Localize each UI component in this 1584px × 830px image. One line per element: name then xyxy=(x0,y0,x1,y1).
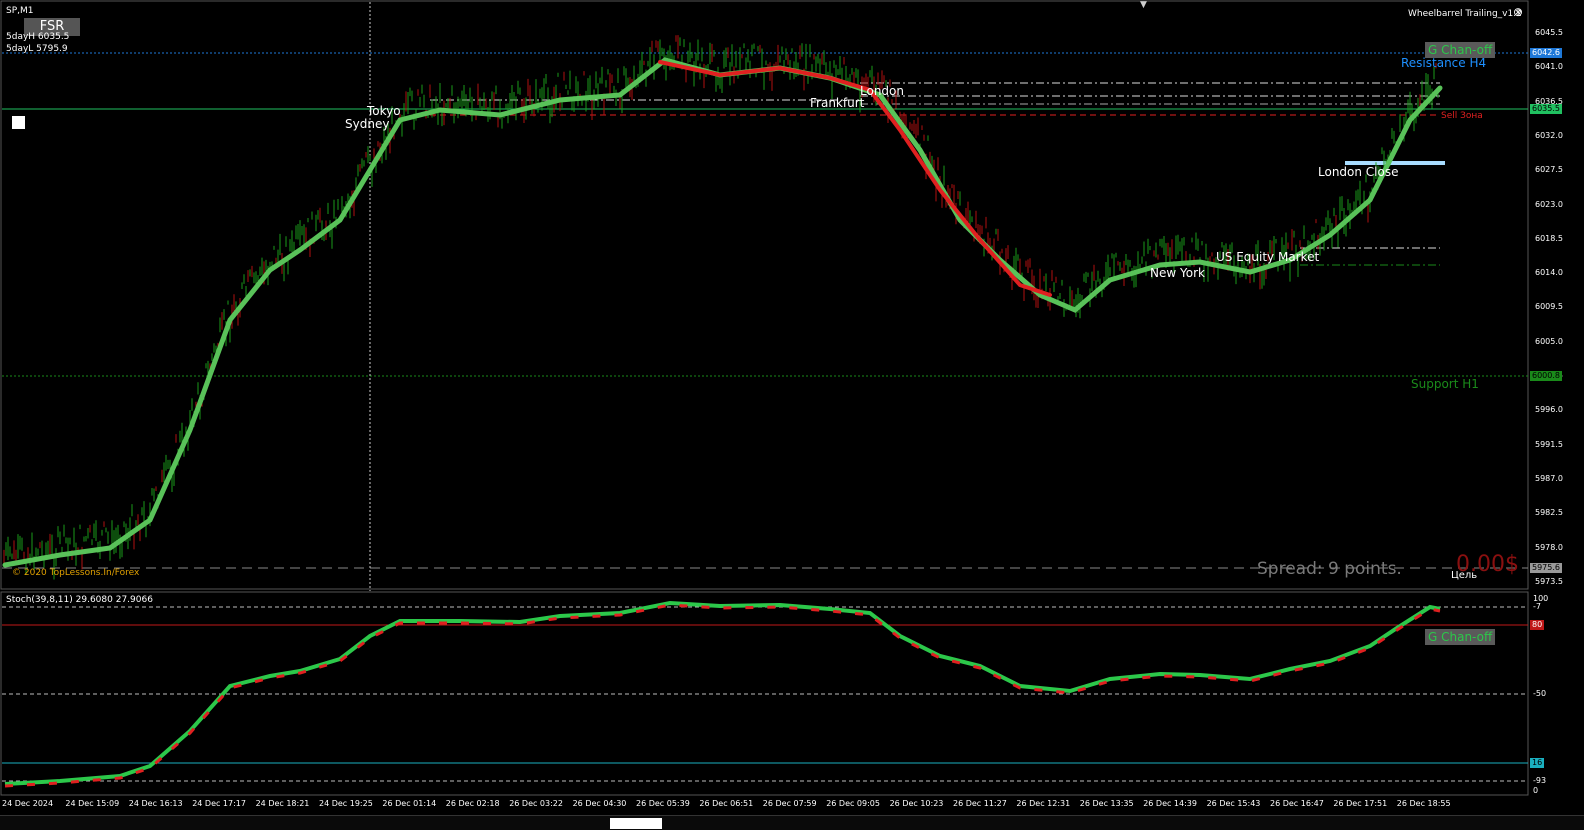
time-axis-tick: 24 Dec 15:09 xyxy=(65,799,120,808)
time-axis-tick: 24 Dec 19:25 xyxy=(319,799,373,808)
price-tag-bottom: 5975.6 xyxy=(1530,563,1562,573)
time-axis-tick: 24 Dec 17:17 xyxy=(192,799,246,808)
close-icon[interactable]: ⊗ xyxy=(1513,5,1523,19)
time-axis-tick: 26 Dec 01:14 xyxy=(382,799,437,808)
profit-text: 0.00$ xyxy=(1456,552,1519,577)
stoch-axis-0: 0 xyxy=(1533,786,1539,795)
support-label: Support H1 xyxy=(1411,377,1479,391)
price-axis-tick: 5982.5 xyxy=(1535,508,1563,518)
price-axis-tick: 6014.0 xyxy=(1535,268,1563,278)
price-axis-tick: 5987.0 xyxy=(1535,473,1563,483)
time-axis-tick: 26 Dec 06:51 xyxy=(699,799,754,808)
trailing-line xyxy=(2,57,1443,568)
stoch-axis-n50: -50 xyxy=(1533,689,1547,698)
time-axis-tick: 26 Dec 12:31 xyxy=(1016,799,1071,808)
time-axis-tick: 26 Dec 03:22 xyxy=(509,799,563,808)
price-axis-tick: 6045.5 xyxy=(1535,28,1563,37)
session-us-equity: US Equity Market xyxy=(1216,250,1320,264)
checkbox-toggle[interactable] xyxy=(12,116,25,129)
time-axis-tick: 24 Dec 18:21 xyxy=(255,799,310,808)
price-axis-tick: 6032.0 xyxy=(1535,130,1563,140)
sell-zone-label: Sell Зона xyxy=(1441,111,1483,121)
g-chan-stoch-label: G Chan-off xyxy=(1425,629,1496,645)
session-london-close: London Close xyxy=(1318,165,1399,179)
time-axis-tick: 26 Dec 18:55 xyxy=(1396,799,1451,808)
time-axis-tick: 26 Dec 14:39 xyxy=(1143,799,1197,808)
time-axis-tick: 26 Dec 05:39 xyxy=(636,799,690,808)
stoch-axis-n7: -7 xyxy=(1533,602,1541,611)
session-london: London xyxy=(860,84,904,98)
stochastic-pane[interactable]: Stoch(39,8,11) 29.6080 27.9066 G Chan-of… xyxy=(0,591,1584,796)
stoch-tag-high: 80 xyxy=(1530,620,1545,630)
price-axis-tick: 6005.0 xyxy=(1535,336,1563,346)
time-axis-tick: 26 Dec 16:47 xyxy=(1270,799,1324,808)
price-axis-tick: 5991.5 xyxy=(1535,439,1563,449)
active-tab[interactable] xyxy=(610,818,662,829)
price-axis-tick: 6009.5 xyxy=(1535,302,1563,312)
tab-bar[interactable] xyxy=(0,815,1584,830)
session-frankfurt: Frankfurt xyxy=(810,96,865,110)
price-bars xyxy=(3,35,1439,580)
price-axis-tick: 5996.0 xyxy=(1535,405,1563,415)
price-axis-tick: 6041.0 xyxy=(1535,62,1563,72)
time-axis-tick: 24 Dec 16:13 xyxy=(128,799,183,808)
stoch-header: Stoch(39,8,11) 29.6080 27.9066 xyxy=(6,595,153,605)
stochastic-svg xyxy=(0,591,1529,796)
price-chart-svg xyxy=(0,0,1529,591)
spread-text: Spread: 9 points. xyxy=(1257,559,1402,579)
five-day-high: 5dayH 6035.5 xyxy=(6,32,70,42)
stoch-axis-n93: -93 xyxy=(1533,776,1547,785)
time-axis-tick: 26 Dec 09:05 xyxy=(826,799,880,808)
time-axis-tick: 26 Dec 13:35 xyxy=(1079,799,1134,808)
time-axis-tick: 26 Dec 11:27 xyxy=(953,799,1007,808)
price-axis-tick: 5978.0 xyxy=(1535,542,1563,552)
price-axis-tick: 6027.5 xyxy=(1535,165,1563,175)
stoch-tag-low: 16 xyxy=(1530,758,1545,768)
chevron-down-icon[interactable]: ▼ xyxy=(1140,0,1147,10)
time-axis-tick: 26 Dec 15:43 xyxy=(1206,799,1261,808)
session-tokyo: Tokyo xyxy=(367,104,401,118)
five-day-low: 5dayL 5795.9 xyxy=(6,44,68,54)
time-axis-tick: 26 Dec 04:30 xyxy=(572,799,627,808)
price-tag-current: 6035.5 xyxy=(1530,104,1562,114)
time-axis-tick: 24 Dec 2024 xyxy=(2,799,54,808)
price-chart-pane[interactable]: SP,M1 FSR 5dayH 6035.5 5dayL 5795.9 © 20… xyxy=(0,0,1584,591)
price-tag-support: 6000.8 xyxy=(1530,371,1562,381)
time-axis-tick: 26 Dec 02:18 xyxy=(445,799,500,808)
time-axis-tick: 26 Dec 07:59 xyxy=(762,799,817,808)
session-sydney: Sydney xyxy=(345,117,390,131)
price-axis-tick: 5973.5 xyxy=(1535,576,1563,586)
resistance-label: Resistance H4 xyxy=(1401,56,1487,70)
price-tag-top: 6042.6 xyxy=(1530,48,1562,58)
indicator-name: Wheelbarrel Trailing_v1.2 xyxy=(1408,9,1522,19)
time-axis-tick: 26 Dec 17:51 xyxy=(1333,799,1388,808)
symbol-title: SP,M1 xyxy=(6,6,34,16)
price-axis-tick: 6018.5 xyxy=(1535,233,1563,243)
price-axis-tick: 6023.0 xyxy=(1535,199,1563,209)
session-new-york: New York xyxy=(1150,266,1205,280)
copyright-text: © 2020 TopLessons.In/Forex xyxy=(12,568,140,578)
time-axis-tick: 26 Dec 10:23 xyxy=(889,799,944,808)
